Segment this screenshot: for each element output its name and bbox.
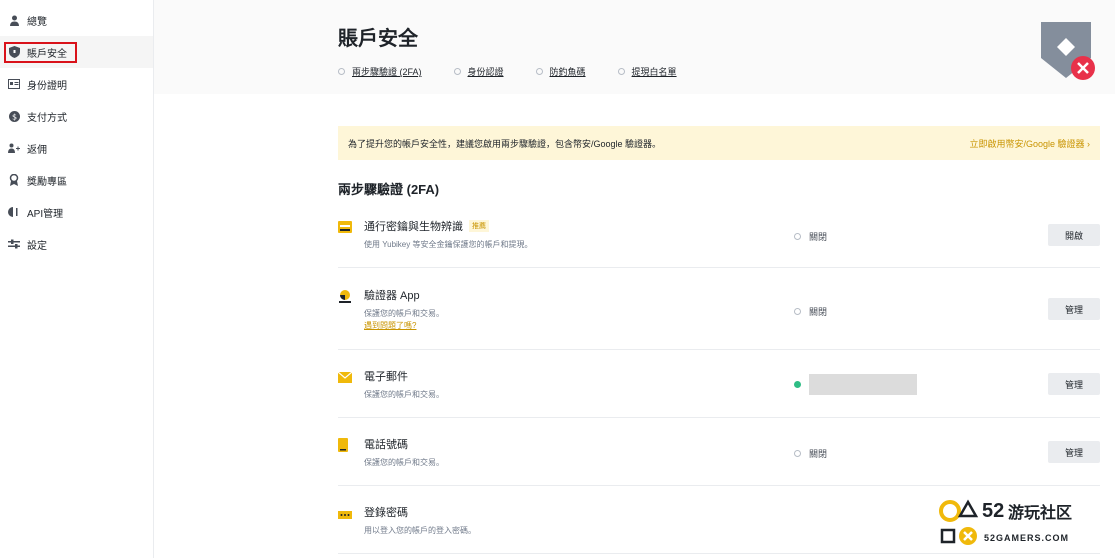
sidebar-item-overview[interactable]: 總覽 — [0, 4, 153, 36]
status-off-icon — [794, 450, 801, 457]
masked-email-value — [809, 374, 917, 395]
sidebar-item-api[interactable]: API管理 — [0, 196, 153, 228]
id-card-icon — [8, 78, 20, 90]
api-icon — [8, 206, 20, 218]
security-subnav: 兩步驟驗證 (2FA) 身份認證 防釣魚碼 提現白名單 — [338, 65, 709, 78]
award-icon — [8, 174, 20, 186]
enable-passkey-button[interactable]: 開啟 — [1048, 224, 1100, 246]
manage-authenticator-button[interactable]: 管理 — [1048, 298, 1100, 320]
tab-identity-verification[interactable]: 身份認證 — [453, 65, 504, 78]
tab-2fa[interactable]: 兩步驟驗證 (2FA) — [338, 65, 422, 78]
recommended-badge: 推薦 — [469, 220, 489, 232]
passkey-icon — [338, 220, 352, 233]
sidebar-item-label: 返佣 — [27, 144, 47, 156]
authenticator-icon — [338, 289, 352, 303]
tab-anti-phishing[interactable]: 防釣魚碼 — [535, 65, 586, 78]
header-area — [154, 0, 1115, 94]
sidebar-item-label: 總覽 — [27, 16, 47, 28]
section-title-2fa: 兩步驟驗證 (2FA) — [338, 182, 440, 197]
row-title: 登錄密碼 — [364, 507, 408, 519]
status-badge — [794, 374, 917, 395]
status-badge: 關閉 — [794, 230, 827, 243]
row-title: 驗證器 App — [364, 290, 420, 302]
security-row-passkey: 通行密鑰與生物辨識 推薦 使用 Yubikey 等安全金鑰保護您的帳戶和提現。 關… — [338, 218, 1100, 268]
security-row-authenticator: 驗證器 App 保護您的帳戶和交易。 遇到問題了嗎? 關閉 管理 — [338, 287, 1100, 350]
page-title: 賬戶安全 — [338, 28, 418, 50]
email-icon — [337, 370, 353, 383]
sidebar-item-identity[interactable]: 身份證明 — [0, 68, 153, 100]
status-badge: 關閉 — [794, 305, 827, 318]
manage-phone-button[interactable]: 管理 — [1048, 441, 1100, 463]
row-description: 使用 Yubikey 等安全金鑰保護您的帳戶和提現。 — [364, 240, 533, 249]
add-user-icon — [8, 142, 20, 154]
sidebar-item-payment[interactable]: $ 支付方式 — [0, 100, 153, 132]
radio-dot-icon — [617, 68, 625, 75]
watermark-en-text: 52GAMERS.COM — [984, 533, 1069, 543]
sidebar-item-label: 獎勵專區 — [27, 176, 67, 188]
manage-email-button[interactable]: 管理 — [1048, 373, 1100, 395]
sidebar: 總覽 賬戶安全 身份證明 $ 支付方式 返佣 獎勵專區 API管理 設定 — [0, 0, 154, 558]
row-description: 用以登入您的帳戶的登入密碼。 — [364, 526, 476, 535]
sidebar-item-rewards[interactable]: 獎勵專區 — [0, 164, 153, 196]
sidebar-item-referral[interactable]: 返佣 — [0, 132, 153, 164]
row-description: 保護您的帳戶和交易。 — [364, 458, 444, 467]
security-row-email: 電子郵件 保護您的帳戶和交易。 管理 — [337, 368, 1100, 418]
user-icon — [8, 14, 20, 26]
svg-text:$: $ — [11, 112, 16, 121]
sidebar-item-account-security[interactable]: 賬戶安全 — [0, 36, 153, 68]
row-title: 通行密鑰與生物辨識 推薦 — [364, 218, 489, 234]
sidebar-item-label: 身份證明 — [27, 80, 67, 92]
row-description: 保護您的帳戶和交易。 — [364, 309, 444, 318]
password-icon — [338, 506, 352, 519]
radio-dot-icon — [535, 68, 543, 75]
watermark-cn-text: 游玩社区 — [1008, 503, 1072, 522]
watermark-logo: 52 游玩社区 52GAMERS.COM — [938, 496, 1110, 552]
status-off-icon — [794, 308, 801, 315]
need-help-link[interactable]: 遇到問題了嗎? — [364, 320, 416, 331]
sliders-icon — [8, 238, 20, 250]
status-on-icon — [794, 381, 801, 388]
banner-text: 為了提升您的帳戶安全性，建議您啟用兩步驟驗證，包含幣安/Google 驗證器。 — [348, 138, 662, 149]
security-shield-warning-icon — [1037, 18, 1099, 84]
radio-dot-icon — [338, 68, 345, 75]
status-off-icon — [794, 233, 801, 240]
sidebar-item-label: API管理 — [27, 208, 64, 220]
watermark-number: 52 — [982, 500, 1004, 522]
enable-2fa-banner: 為了提升您的帳戶安全性，建議您啟用兩步驟驗證，包含幣安/Google 驗證器。 … — [338, 126, 1100, 160]
sidebar-item-label: 支付方式 — [27, 112, 67, 124]
security-row-phone: 電話號碼 保護您的帳戶和交易。 關閉 管理 — [338, 436, 1100, 486]
radio-dot-icon — [453, 68, 461, 75]
status-badge: 關閉 — [794, 447, 827, 460]
active-highlight-box — [4, 42, 77, 63]
row-title: 電子郵件 — [364, 371, 408, 383]
dollar-icon: $ — [8, 110, 20, 122]
row-title: 電話號碼 — [364, 439, 408, 451]
sidebar-item-label: 設定 — [27, 240, 47, 252]
row-description: 保護您的帳戶和交易。 — [364, 390, 444, 399]
phone-icon — [338, 438, 352, 452]
tab-withdrawal-whitelist[interactable]: 提現白名單 — [617, 65, 677, 78]
enable-authenticator-link[interactable]: 立即啟用幣安/Google 驗證器 › — [969, 137, 1090, 150]
sidebar-item-settings[interactable]: 設定 — [0, 228, 153, 260]
